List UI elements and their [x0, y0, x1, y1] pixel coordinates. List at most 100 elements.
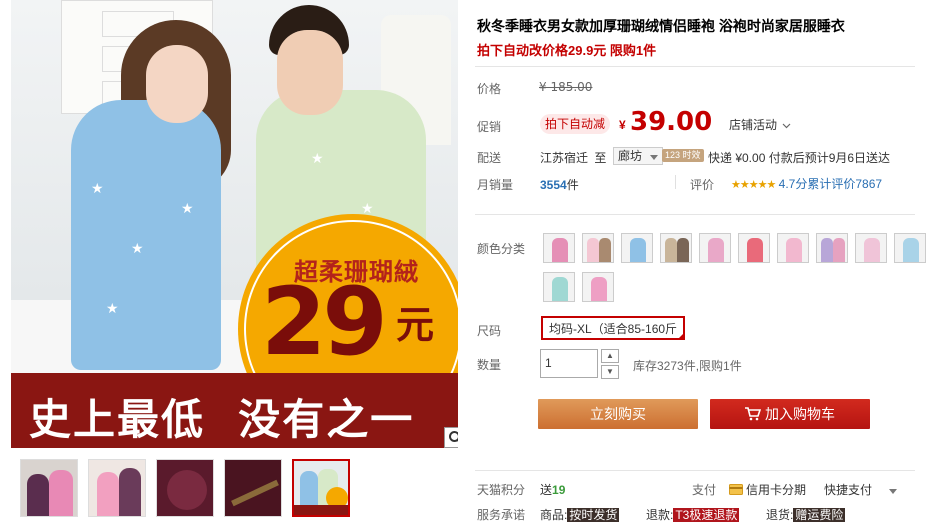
shipping-label: 配送: [477, 151, 502, 165]
promo-banner-text: 史上最低 没有之一: [29, 395, 415, 444]
promo-tag: 拍下自动减: [540, 114, 611, 134]
thumbnail[interactable]: [224, 459, 282, 517]
selected-check-icon: [677, 332, 686, 340]
model-boy-face: [277, 30, 343, 115]
divider: [475, 66, 915, 67]
color-swatch[interactable]: [621, 233, 653, 263]
service-return-tag[interactable]: 赠运费险: [793, 508, 846, 522]
credit-card-icon: [729, 484, 743, 495]
monthly-sales-label: 月销量: [477, 178, 514, 192]
quick-pay-label: 快捷支付: [824, 483, 873, 497]
monthly-sales: 3554件: [540, 176, 579, 193]
star-pattern-icon: ★: [181, 200, 194, 216]
monthly-sales-unit: 件: [566, 178, 579, 192]
color-swatch[interactable]: [816, 233, 848, 263]
divider: [475, 214, 915, 215]
size-option-text: 均码-XL（适合85-160斤: [549, 322, 678, 336]
color-swatch[interactable]: [582, 233, 614, 263]
quantity-label: 数量: [477, 358, 502, 372]
chevron-down-icon: [782, 123, 791, 129]
cart-icon: [745, 407, 762, 421]
size-label: 尺码: [477, 324, 502, 338]
color-swatch[interactable]: [699, 233, 731, 263]
monthly-sales-count: 3554: [540, 178, 567, 192]
original-price: ¥ 185.00: [539, 80, 593, 94]
quantity-increase-button[interactable]: ▲: [601, 349, 619, 363]
rating-label: 评价: [690, 178, 715, 192]
service-refund-label: 退款:: [646, 508, 674, 522]
thumbnail[interactable]: [88, 459, 146, 517]
promo-label: 促销: [477, 120, 502, 134]
currency-symbol: ¥: [619, 118, 626, 132]
shop-activity-label: 店铺活动: [729, 118, 778, 132]
divider: [675, 175, 676, 189]
service-goods: 商品: 按时发货: [540, 506, 620, 523]
main-product-image[interactable]: ★ ★ ★ ★ ★ ★ 超柔珊瑚絨 29 元 史上最低 没有之一: [11, 0, 458, 448]
zoom-button[interactable]: [444, 427, 458, 448]
ship-to-word: 至: [594, 151, 607, 165]
destination-city-select[interactable]: 廊坊: [613, 147, 664, 165]
add-to-cart-button[interactable]: 加入购物车: [710, 399, 870, 429]
color-swatch[interactable]: [582, 272, 614, 302]
review-text: 累计评价: [807, 177, 856, 191]
rating-summary[interactable]: ★★★★★ 4.7分累计评价7867: [731, 175, 882, 192]
quantity-decrease-button[interactable]: ▼: [601, 365, 619, 379]
promo-banner: 史上最低 没有之一: [11, 373, 458, 448]
points-value: 送19: [540, 481, 565, 498]
color-swatch[interactable]: [543, 233, 575, 263]
star-pattern-icon: ★: [106, 300, 119, 316]
star-pattern-icon: ★: [91, 180, 104, 196]
points-label: 天猫积分: [477, 483, 526, 497]
payment-label: 支付: [692, 483, 717, 497]
quick-pay-dropdown[interactable]: 快捷支付: [824, 481, 898, 498]
color-swatch[interactable]: [894, 233, 926, 263]
credit-installment[interactable]: 信用卡分期: [729, 481, 806, 498]
service-return: 退货: 赠运费险: [766, 506, 846, 523]
promo-price: 39.00: [630, 107, 713, 137]
caret-down-icon: [889, 489, 898, 494]
rating-score: 4.7分: [778, 177, 808, 191]
promo-price-unit: 元: [396, 303, 435, 347]
color-swatch[interactable]: [777, 233, 809, 263]
color-swatch[interactable]: [543, 272, 575, 302]
delivery-time-badge: 123 时效: [662, 149, 704, 162]
color-swatch[interactable]: [738, 233, 770, 263]
thumbnail-selected[interactable]: [292, 459, 350, 517]
caret-down-icon: [650, 155, 659, 160]
product-subtitle: 拍下自动改价格29.9元 限购1件: [477, 43, 657, 58]
divider: [475, 470, 915, 471]
add-to-cart-label: 加入购物车: [765, 406, 835, 422]
points-number: 19: [552, 483, 566, 497]
destination-city: 廊坊: [618, 149, 643, 163]
color-swatch[interactable]: [660, 233, 692, 263]
thumbnail[interactable]: [20, 459, 78, 517]
quantity-input[interactable]: 1: [540, 349, 598, 378]
product-title: 秋冬季睡衣男女款加厚珊瑚绒情侣睡袍 浴袍时尚家居服睡衣: [477, 18, 845, 34]
review-count: 7867: [855, 177, 883, 191]
ship-from-city: 江苏宿迁: [540, 151, 589, 165]
promo-price-number: 29: [261, 268, 388, 377]
shipping-info: 快递 ¥0.00 付款后预计9月6日送达: [708, 151, 891, 165]
rating-stars-icon: ★★★★★: [731, 179, 776, 191]
size-option-selected[interactable]: 均码-XL（适合85-160斤: [541, 316, 686, 340]
model-girl-robe: [71, 100, 221, 370]
ship-from: 江苏宿迁 至: [540, 149, 606, 166]
points-send: 送: [540, 483, 553, 497]
service-refund-tag[interactable]: T3极速退款: [673, 508, 740, 522]
service-return-label: 退货:: [766, 508, 794, 522]
service-label: 服务承诺: [477, 508, 526, 522]
stock-info: 库存3273件,限购1件: [633, 359, 742, 373]
star-pattern-icon: ★: [131, 240, 144, 256]
shop-activity-dropdown[interactable]: 店铺活动: [729, 116, 791, 133]
star-pattern-icon: ★: [311, 150, 324, 166]
buy-now-button[interactable]: 立刻购买: [538, 399, 698, 429]
price-label: 价格: [477, 82, 502, 96]
thumbnail[interactable]: [156, 459, 214, 517]
credit-installment-label: 信用卡分期: [746, 483, 807, 497]
model-girl-face: [146, 45, 208, 123]
magnifier-icon: [449, 431, 458, 442]
service-refund: 退款: T3极速退款: [646, 506, 740, 523]
color-swatch[interactable]: [855, 233, 887, 263]
color-label: 颜色分类: [477, 242, 526, 256]
service-goods-tag[interactable]: 按时发货: [567, 508, 620, 522]
